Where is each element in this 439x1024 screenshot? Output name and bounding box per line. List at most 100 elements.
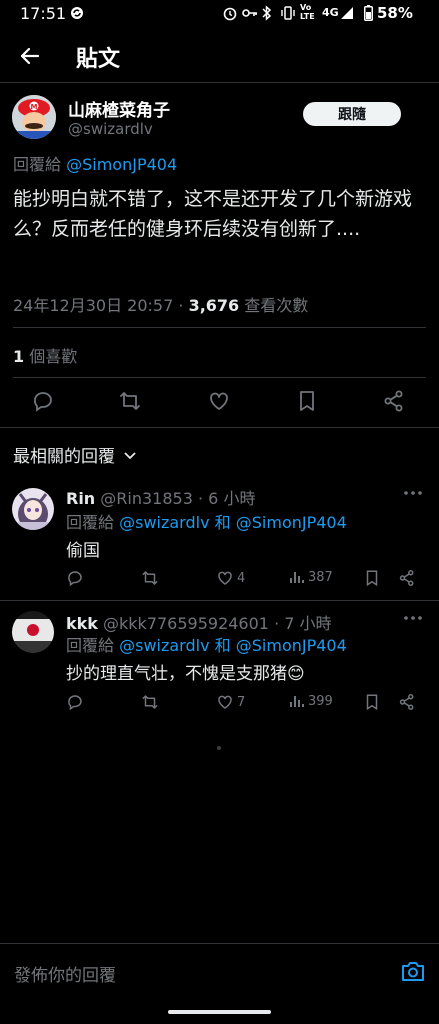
reply-context: 回覆給 @swizardlv 和 @SimonJP404 xyxy=(66,509,347,533)
svg-text:M: M xyxy=(31,103,38,111)
reply-views-count: 387 xyxy=(308,569,333,585)
replies-sort-dropdown[interactable]: 最相關的回覆 xyxy=(13,442,139,467)
post-likes-stat[interactable]: 1 個喜歡 xyxy=(13,343,77,367)
reply-author-handle[interactable]: @Rin31853 xyxy=(100,489,193,508)
bookmark-icon xyxy=(366,694,378,711)
likes-count: 1 xyxy=(13,347,25,366)
reply-bookmark-button[interactable] xyxy=(363,569,381,587)
composer-placeholder[interactable]: 發佈你的回覆 xyxy=(14,961,116,986)
views-chart-icon xyxy=(290,572,304,583)
author-display-name[interactable]: 山麻楂菜角子 xyxy=(68,96,170,121)
follow-button-label: 跟隨 xyxy=(338,107,366,123)
signal-icon xyxy=(340,6,354,20)
more-icon xyxy=(404,616,422,620)
reply-share-button[interactable] xyxy=(398,569,416,587)
repost-icon xyxy=(120,392,140,410)
post-text: 能抄明白就不错了，这不是还开发了几个新游戏么？反而老任的健身环后续没有创新了..… xyxy=(13,188,413,240)
bluetooth-icon xyxy=(262,5,272,21)
reply-button[interactable] xyxy=(31,389,55,413)
reply-author-handle[interactable]: @kkk776595924601 xyxy=(103,614,269,633)
mention-and: 和 xyxy=(214,513,231,532)
reply-icon xyxy=(34,392,52,412)
share-button[interactable] xyxy=(382,389,406,413)
repost-button[interactable] xyxy=(118,389,142,413)
reply-header: Rin @Rin31853 · 6 小時 xyxy=(66,485,255,509)
reply-repost-button[interactable] xyxy=(141,569,159,587)
heart-icon xyxy=(218,571,232,585)
status-time: 17:51 xyxy=(20,4,67,23)
repost-icon xyxy=(142,571,158,585)
meta-separator: · xyxy=(178,296,184,315)
list-item[interactable]: Rin @Rin31853 · 6 小時 回覆給 @swizardlv 和 @S… xyxy=(0,476,439,600)
reply-icon xyxy=(68,571,82,587)
mention-1[interactable]: @swizardlv xyxy=(119,636,209,655)
mario-avatar-icon: M xyxy=(12,95,56,139)
reply-like-button[interactable]: 4 xyxy=(216,569,245,587)
post-timestamp[interactable]: 24年12月30日 20:57 xyxy=(13,296,173,315)
post-views-label: 查看次數 xyxy=(244,296,309,315)
mention-1[interactable]: @swizardlv xyxy=(119,513,209,532)
reply-comment-button[interactable] xyxy=(66,693,84,711)
chevron-down-icon xyxy=(124,451,136,459)
camera-button[interactable] xyxy=(401,960,425,982)
camera-icon xyxy=(402,962,424,981)
battery-percent: 58% xyxy=(377,4,413,22)
reply-like-count: 7 xyxy=(237,694,246,710)
bookmark-button[interactable] xyxy=(295,389,319,413)
follow-button[interactable]: 跟隨 xyxy=(303,102,401,126)
replies-sort-label: 最相關的回覆 xyxy=(13,447,115,467)
like-button[interactable] xyxy=(207,389,231,413)
post-meta: 24年12月30日 20:57 · 3,676 查看次數 xyxy=(13,292,308,316)
list-item[interactable]: kkk @kkk776595924601 · 7 小時 回覆給 @swizard… xyxy=(0,601,439,725)
reply-text: 偷国 xyxy=(66,541,100,561)
key-icon xyxy=(242,6,258,20)
more-icon xyxy=(404,491,422,495)
likes-label: 個喜歡 xyxy=(29,347,78,366)
back-button[interactable] xyxy=(14,40,46,72)
anime-avatar-icon xyxy=(12,488,54,530)
reply-views-count: 399 xyxy=(308,693,333,709)
reply-time[interactable]: · 7 小時 xyxy=(274,614,331,633)
flag-avatar-icon xyxy=(12,611,54,653)
mention-2[interactable]: @SimonJP404 xyxy=(236,636,347,655)
reply-bookmark-button[interactable] xyxy=(363,693,381,711)
back-arrow-icon xyxy=(20,47,40,65)
post-reply-context: 回覆給 @SimonJP404 xyxy=(13,151,177,175)
sync-icon xyxy=(70,6,84,20)
reply-author-name[interactable]: kkk xyxy=(66,614,98,633)
reply-share-button[interactable] xyxy=(398,693,416,711)
reply-composer[interactable]: 發佈你的回覆 xyxy=(0,944,439,1000)
vibrate-icon xyxy=(280,5,296,21)
reply-prefix: 回覆給 xyxy=(66,636,115,655)
reply-like-count: 4 xyxy=(237,570,246,586)
actions-divider xyxy=(0,427,439,428)
mention-and: 和 xyxy=(214,636,231,655)
header-divider xyxy=(0,82,439,83)
author-avatar[interactable]: M xyxy=(12,95,56,139)
reply-comment-button[interactable] xyxy=(66,569,84,587)
heart-icon xyxy=(218,695,232,709)
reply-avatar[interactable] xyxy=(12,488,54,530)
reply-to-mention[interactable]: @SimonJP404 xyxy=(66,155,177,174)
mention-2[interactable]: @SimonJP404 xyxy=(236,513,347,532)
reply-repost-button[interactable] xyxy=(141,693,159,711)
network-type: 4G xyxy=(322,6,339,19)
views-chart-icon xyxy=(290,696,304,707)
home-indicator[interactable] xyxy=(168,1010,271,1014)
author-handle[interactable]: @swizardlv xyxy=(68,120,153,138)
reply-prefix: 回覆給 xyxy=(13,155,62,174)
repost-icon xyxy=(142,695,158,709)
share-icon xyxy=(399,570,414,586)
heart-icon xyxy=(210,392,228,410)
reply-like-button[interactable]: 7 xyxy=(216,693,245,711)
reply-views-button[interactable]: 387 xyxy=(289,569,333,585)
reply-avatar[interactable] xyxy=(12,611,54,653)
share-icon xyxy=(384,390,403,412)
reply-more-button[interactable] xyxy=(402,612,424,624)
reply-time[interactable]: · 6 小時 xyxy=(198,489,255,508)
reply-views-button[interactable]: 399 xyxy=(289,693,333,709)
page-title: 貼文 xyxy=(76,47,121,72)
reply-author-name[interactable]: Rin xyxy=(66,489,95,508)
reply-more-button[interactable] xyxy=(402,487,424,499)
volte-icon: Vo LTE xyxy=(300,3,315,21)
